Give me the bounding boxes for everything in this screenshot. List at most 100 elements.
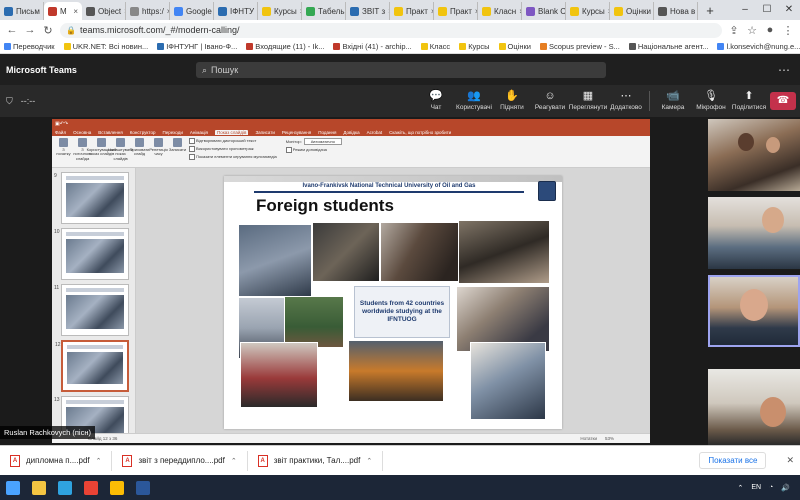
download-item[interactable]: Aзвіт з переддипло....pdf ⌃ — [112, 450, 248, 471]
chrome-taskbar-button[interactable] — [78, 475, 104, 500]
browser-tab[interactable]: Нова в× — [654, 2, 698, 20]
raise-hand-button[interactable]: ✋ Підняти — [493, 86, 531, 116]
browser-menu-icon[interactable]: ⋮ — [782, 24, 794, 37]
bookmark-link[interactable]: Вхідні (41) - archip... — [333, 42, 412, 51]
browser-tab[interactable]: Object× — [82, 2, 126, 20]
notes-button[interactable]: Нотатки — [580, 436, 597, 441]
close-downloads-icon[interactable]: ✕ — [786, 455, 794, 466]
ribbon-tab[interactable]: Анімація — [190, 130, 208, 135]
people-button[interactable]: 👥 Користувачі — [455, 86, 493, 116]
slide-thumbnail[interactable]: 9 — [54, 172, 129, 224]
profile-icon[interactable]: ● — [764, 24, 776, 36]
back-icon[interactable]: ← — [6, 24, 18, 36]
volume-icon[interactable]: 🔊 — [781, 484, 790, 492]
chat-button[interactable]: 💬 Чат — [417, 86, 455, 116]
browser-tab[interactable]: Практ× — [434, 2, 478, 20]
zoom-level[interactable]: 53% — [605, 436, 614, 441]
browser-tab[interactable]: Оцінки× — [610, 2, 654, 20]
ribbon-tab[interactable]: Файл — [55, 130, 66, 135]
chevron-up-icon[interactable]: ⌃ — [96, 457, 102, 465]
browser-tab[interactable]: Класн× — [478, 2, 522, 20]
bookmark-link[interactable]: Входящие (11) - Ik... — [246, 42, 324, 51]
browser-tab[interactable]: ЗВІТ з× — [346, 2, 390, 20]
browser-tab[interactable]: Blank C× — [522, 2, 566, 20]
file-explorer-taskbar-button[interactable] — [26, 475, 52, 500]
microphone-button[interactable]: 🎙 Мікрофон — [692, 86, 730, 116]
maximize-icon[interactable]: ☐ — [756, 0, 778, 20]
presenter-view-check[interactable]: Режим доповідача — [286, 147, 342, 153]
minimize-icon[interactable]: – — [734, 0, 756, 20]
share-icon[interactable]: ⇪ — [728, 24, 740, 37]
ribbon-tab[interactable]: Основна — [73, 130, 91, 135]
bookmark-link[interactable]: l.konsevich@nung.e... — [717, 42, 800, 51]
ribbon-tab[interactable]: Довідка — [343, 130, 359, 135]
bookmark-star-icon[interactable]: ☆ — [746, 24, 758, 37]
bookmark-link[interactable]: Scopus preview - S... — [539, 42, 620, 51]
ribbon-tab[interactable]: Скажіть, що потрібно зробити — [389, 130, 451, 135]
more-button[interactable]: ⋯ Додатково — [607, 86, 645, 116]
browser-tab[interactable]: Курсы× — [258, 2, 302, 20]
redo-icon[interactable]: ↷ — [64, 121, 68, 127]
browser-tab[interactable]: Письм× — [0, 2, 44, 20]
ribbon-button[interactable]: Налаштувати показ слайдів — [108, 138, 133, 161]
ribbon-tab[interactable]: Acrobat — [367, 130, 383, 135]
ribbon-tab[interactable]: Конструктор — [130, 130, 156, 135]
word-taskbar-button[interactable] — [130, 475, 156, 500]
slide-thumbnail[interactable]: 10 — [54, 228, 129, 280]
ribbon-button[interactable]: Записати — [169, 138, 186, 152]
edge-taskbar-button[interactable] — [52, 475, 78, 500]
browser-tab[interactable]: Google× — [170, 2, 214, 20]
ribbon-tab[interactable]: Рецензування — [282, 130, 311, 135]
browser-tab[interactable]: Практ× — [390, 2, 434, 20]
monitor-select[interactable]: Автоматично — [303, 138, 342, 145]
chevron-up-icon[interactable]: ⌃ — [366, 457, 372, 465]
participant-video-3-active-speaker[interactable] — [708, 275, 800, 347]
close-icon[interactable]: ✕ — [778, 0, 800, 20]
participant-video-1[interactable] — [708, 119, 800, 191]
bookmark-link[interactable]: Переводчик — [4, 42, 55, 51]
start-taskbar-button[interactable] — [0, 475, 26, 500]
bookmark-link[interactable]: Національне агент... — [628, 42, 708, 51]
slide-thumbnail[interactable]: 12 — [55, 340, 129, 392]
bookmark-link[interactable]: Оцінки — [498, 42, 531, 51]
bookmark-link[interactable]: Курсы — [459, 42, 490, 51]
new-tab-button[interactable]: + — [702, 3, 718, 19]
tray-chevron-icon[interactable]: ⌃ — [737, 484, 743, 492]
browser-tab[interactable]: Табель× — [302, 2, 346, 20]
download-item[interactable]: Aзвіт практики, Тал....pdf ⌃ — [248, 450, 384, 471]
ribbon-checkbox[interactable]: Показати елементи керування мультимедіа — [189, 154, 277, 160]
network-icon[interactable]: ◔ — [769, 484, 773, 491]
url-field[interactable]: 🔒 teams.microsoft.com/_#/modern-calling/ — [60, 22, 722, 38]
leave-call-button[interactable]: ☎ — [770, 92, 796, 110]
camera-button[interactable]: 📹 Камера — [654, 86, 692, 116]
browser-tab[interactable]: ІФНТУ× — [214, 2, 258, 20]
ribbon-tab[interactable]: Подання — [318, 130, 336, 135]
ribbon-tab[interactable]: Показ слайдів — [214, 129, 249, 135]
ribbon-button[interactable]: З початку — [55, 138, 72, 157]
tab-close-icon[interactable]: × — [73, 7, 78, 16]
chrome-profile-taskbar-button[interactable] — [104, 475, 130, 500]
search-input[interactable]: ⌕ Пошук — [196, 62, 606, 78]
ribbon-tab[interactable]: Переходи — [162, 130, 182, 135]
bookmark-link[interactable]: Класс — [420, 42, 450, 51]
reload-icon[interactable]: ↻ — [42, 24, 54, 37]
view-button[interactable]: ▦ Переглянути — [569, 86, 608, 116]
ribbon-button[interactable]: Приховати слайд — [130, 138, 149, 157]
forward-icon[interactable]: → — [24, 24, 36, 36]
ribbon-tab[interactable]: Записати — [255, 130, 274, 135]
browser-tab[interactable]: https:/× — [126, 2, 170, 20]
browser-tab[interactable]: М × — [44, 2, 82, 20]
participant-video-2[interactable] — [708, 197, 800, 269]
ribbon-checkbox[interactable]: Відтворювати дикторський текст — [189, 138, 277, 144]
more-options-icon[interactable]: ⋯ — [778, 63, 790, 77]
bookmark-link[interactable]: UKR.NET: Всі новин... — [63, 42, 148, 51]
slide-thumbnail[interactable]: 11 — [54, 284, 129, 336]
download-item[interactable]: Aдипломна п....pdf ⌃ — [0, 450, 113, 471]
ribbon-button[interactable]: Репетиція часу — [149, 138, 168, 157]
ribbon-checkbox[interactable]: Використовувати хронометраж — [189, 146, 277, 152]
ribbon-tab[interactable]: Вставлення — [98, 130, 123, 135]
language-indicator[interactable]: EN — [751, 484, 761, 491]
react-button[interactable]: ☺ Реагувати — [531, 86, 569, 116]
bookmark-link[interactable]: ІФНТУНГ | Івано-Ф... — [157, 42, 237, 51]
share-button[interactable]: ⬆ Поділитися — [730, 86, 768, 116]
